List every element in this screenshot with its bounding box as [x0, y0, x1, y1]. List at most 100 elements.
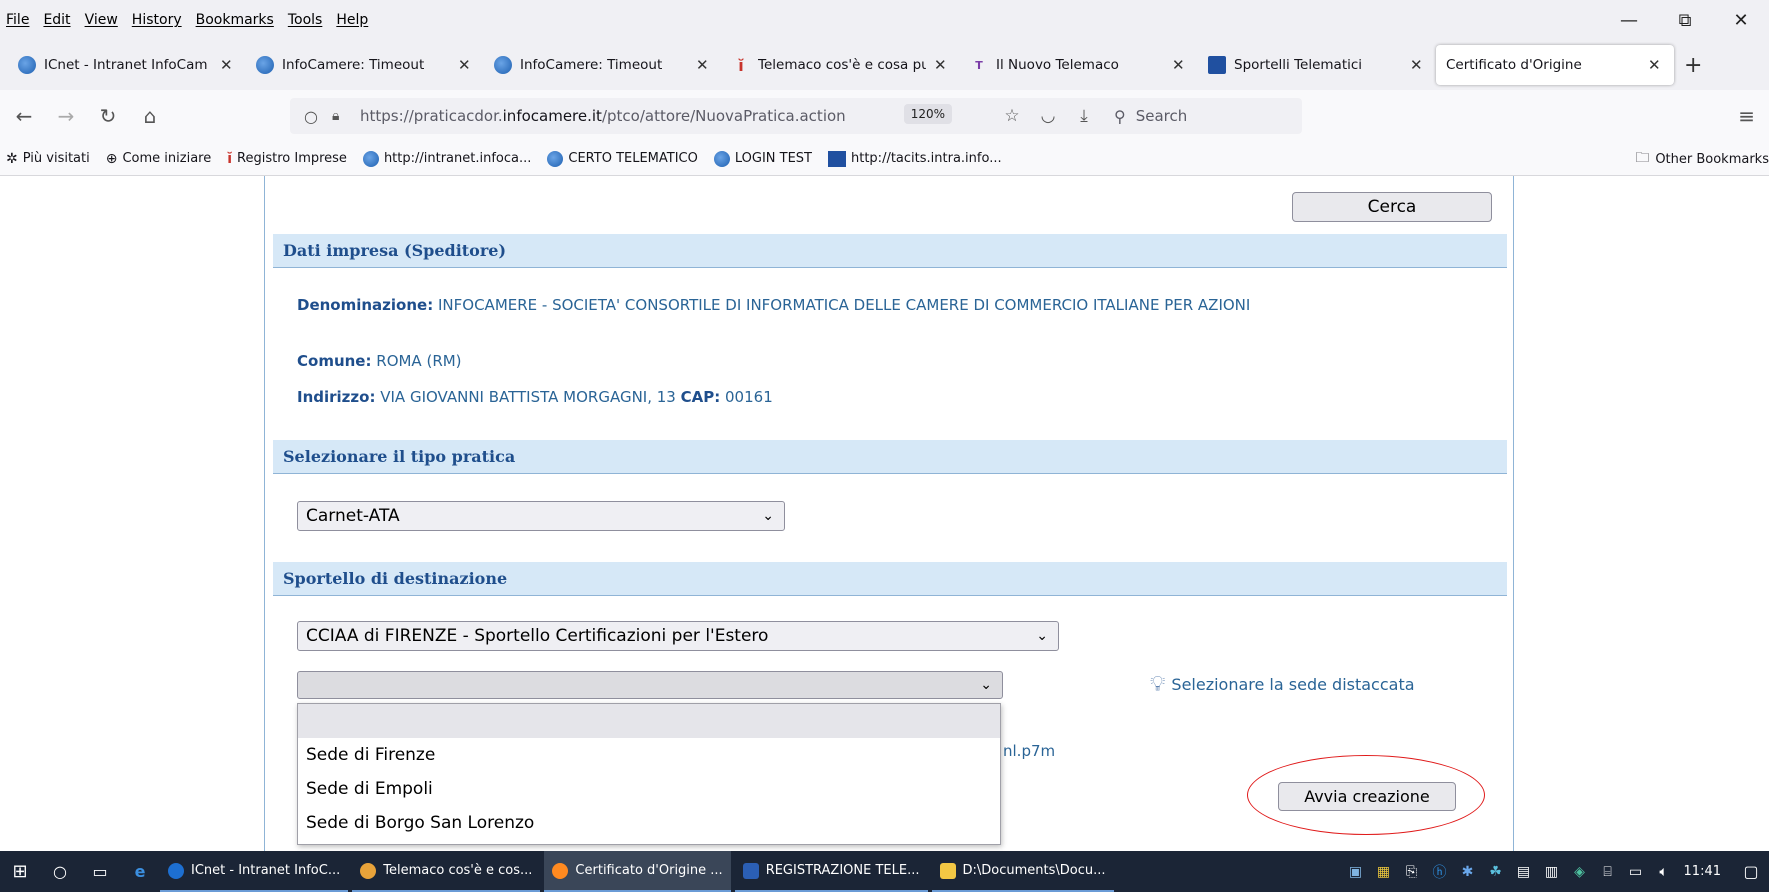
- tipo-pratica-value: Carnet-ATA: [306, 506, 400, 526]
- minimize-button[interactable]: —: [1601, 10, 1657, 31]
- restore-button[interactable]: ⧉: [1657, 10, 1713, 31]
- menu-file[interactable]: File: [6, 12, 29, 28]
- bookmark-login-test[interactable]: LOGIN TEST: [713, 150, 812, 167]
- sede-option-firenze[interactable]: Sede di Firenze: [298, 738, 1000, 772]
- taskbar-clock[interactable]: 11:41: [1684, 864, 1721, 879]
- menu-edit[interactable]: Edit: [43, 12, 70, 28]
- taskbar-app-telemaco[interactable]: Telemaco cos'è e cos...: [352, 851, 541, 892]
- search-input[interactable]: Search: [1136, 107, 1188, 125]
- bookmark-certo-telematico[interactable]: CERTO TELEMATICO: [547, 150, 698, 167]
- gear-icon: ✲: [6, 150, 18, 167]
- search-box[interactable]: ⚲ Search: [1102, 98, 1302, 134]
- tab-label: InfoCamere: Timeout: [520, 57, 663, 73]
- notification-icon[interactable]: ▢: [1733, 862, 1769, 881]
- tray-app-icon[interactable]: ▤: [1510, 864, 1538, 880]
- close-tab-icon[interactable]: ✕: [1410, 56, 1426, 74]
- cerca-button[interactable]: Cerca: [1292, 192, 1492, 222]
- windows-start-icon[interactable]: ⊞: [0, 861, 40, 882]
- taskbar-app-firefox[interactable]: Certificato d'Origine ...: [544, 851, 731, 892]
- tab-sportelli-telematici[interactable]: Sportelli Telematici ✕: [1198, 45, 1436, 85]
- lock-icon[interactable]: 🔒︎: [332, 108, 352, 124]
- section-sportello: Sportello di destinazione: [273, 562, 1507, 596]
- other-bookmarks[interactable]: 🗀 Other Bookmarks: [1635, 142, 1769, 176]
- search-icon: ⚲: [1114, 106, 1126, 126]
- close-tab-icon[interactable]: ✕: [1172, 56, 1188, 74]
- tray-app-icon[interactable]: ▣: [1342, 864, 1370, 880]
- tray-app-icon[interactable]: ▥: [1538, 864, 1566, 880]
- tab-infocamere-timeout-1[interactable]: InfoCamere: Timeout ✕: [246, 45, 484, 85]
- url-bar[interactable]: ○ 🔒︎ https://praticacdor.infocamere.it/p…: [290, 98, 1302, 134]
- close-tab-icon[interactable]: ✕: [220, 56, 236, 74]
- annotation-ellipse: [1247, 755, 1485, 835]
- network-icon[interactable]: ⌸: [1594, 864, 1622, 880]
- sede-option-empty[interactable]: [298, 704, 1000, 738]
- menu-view[interactable]: View: [85, 12, 118, 28]
- bluetooth-icon[interactable]: ✱: [1454, 864, 1482, 880]
- tray-app-icon[interactable]: ☘: [1482, 864, 1510, 880]
- tab-label: Certificato d'Origine: [1446, 57, 1582, 73]
- url-text[interactable]: https://praticacdor.infocamere.it/ptco/a…: [360, 107, 846, 125]
- edge-icon[interactable]: e: [120, 862, 160, 881]
- hp-icon[interactable]: ⓗ: [1426, 862, 1454, 882]
- battery-icon[interactable]: ▭: [1622, 864, 1650, 880]
- tipo-pratica-select[interactable]: Carnet-ATA ⌄: [297, 501, 785, 531]
- bookmarks-bar: ✲ Più visitati ⊕ Come iniziare ĭ Registro I…: [0, 142, 1769, 176]
- close-tab-icon[interactable]: ✕: [458, 56, 474, 74]
- pocket-icon[interactable]: ◡: [1030, 106, 1066, 126]
- bookmark-registro-imprese[interactable]: ĭ Registro Imprese: [227, 151, 347, 167]
- menu-bookmarks[interactable]: Bookmarks: [196, 12, 274, 28]
- menu-history[interactable]: History: [132, 12, 182, 28]
- menu-help[interactable]: Help: [336, 12, 368, 28]
- infocamere-icon: [256, 56, 274, 74]
- bookmark-piu-visitati[interactable]: ✲ Più visitati: [6, 151, 90, 167]
- bookmark-intranet[interactable]: http://intranet.infoca...: [362, 150, 531, 167]
- volume-icon[interactable]: 🔈︎: [1650, 864, 1678, 880]
- tab-icnet[interactable]: ICnet - Intranet InfoCam ✕: [8, 45, 246, 85]
- tab-telemaco[interactable]: ĭ Telemaco cos'è e cosa pu ✕: [722, 45, 960, 85]
- bookmark-star-icon[interactable]: ☆: [994, 106, 1030, 126]
- bookmark-come-iniziare[interactable]: ⊕ Come iniziare: [106, 151, 211, 167]
- tray-app-icon[interactable]: ◈: [1566, 864, 1594, 880]
- close-tab-icon[interactable]: ✕: [696, 56, 712, 74]
- back-icon[interactable]: ←: [6, 104, 42, 128]
- field-indirizzo: Indirizzo: VIA GIOVANNI BATTISTA MORGAGN…: [297, 388, 773, 406]
- home-icon[interactable]: ⌂: [132, 104, 168, 128]
- tab-nuovo-telemaco[interactable]: T Il Nuovo Telemaco ✕: [960, 45, 1198, 85]
- menu-tools[interactable]: Tools: [288, 12, 323, 28]
- forward-icon[interactable]: →: [48, 104, 84, 128]
- windows-taskbar: ⊞ ○ ▭ e ICnet - Intranet InfoC... Telema…: [0, 851, 1769, 892]
- new-tab-icon[interactable]: +: [1684, 53, 1702, 78]
- tray-app-icon[interactable]: ⎘: [1398, 864, 1426, 880]
- taskbar-app-explorer[interactable]: D:\Documents\Docu...: [931, 851, 1114, 892]
- sportelli-icon: [1208, 56, 1226, 74]
- sede-option-empoli[interactable]: Sede di Empoli: [298, 772, 1000, 806]
- section-tipo-pratica: Selezionare il tipo pratica: [273, 440, 1507, 474]
- reload-icon[interactable]: ↻: [90, 104, 126, 128]
- close-tab-icon[interactable]: ✕: [934, 56, 950, 74]
- bookmark-tacits[interactable]: http://tacits.intra.info...: [828, 150, 1002, 167]
- chevron-down-icon: ⌄: [1036, 628, 1048, 644]
- tab-certificato-origine[interactable]: Certificato d'Origine ✕: [1436, 45, 1674, 85]
- chevron-down-icon: ⌄: [980, 677, 992, 693]
- sportello-value: CCIAA di FIRENZE - Sportello Certificazi…: [306, 626, 769, 646]
- window-controls: — ⧉ ✕: [1601, 0, 1769, 40]
- tab-infocamere-timeout-2[interactable]: InfoCamere: Timeout ✕: [484, 45, 722, 85]
- taskbar-app-word[interactable]: REGISTRAZIONE TELE...: [734, 851, 928, 892]
- close-window-button[interactable]: ✕: [1713, 10, 1769, 31]
- close-tab-icon[interactable]: ✕: [1648, 56, 1664, 74]
- edge-icon: [168, 862, 184, 879]
- download-icon[interactable]: ⤓: [1066, 106, 1102, 126]
- word-icon: [742, 862, 759, 879]
- shield-icon[interactable]: ○: [304, 107, 324, 126]
- sede-select[interactable]: ⌄: [297, 671, 1003, 699]
- tray-app-icon[interactable]: ▦: [1370, 864, 1398, 880]
- zoom-level[interactable]: 120%: [903, 104, 952, 124]
- file-name-fragment: nl.p7m: [1003, 742, 1056, 760]
- sportello-select[interactable]: CCIAA di FIRENZE - Sportello Certificazi…: [297, 621, 1059, 651]
- task-view-icon[interactable]: ▭: [80, 862, 120, 881]
- taskbar-app-icnet[interactable]: ICnet - Intranet InfoC...: [160, 851, 349, 892]
- menu-hamburger-icon[interactable]: ≡: [1738, 104, 1755, 128]
- search-circle-icon[interactable]: ○: [40, 862, 80, 881]
- sede-hint: 💡︎ Selezionare la sede distaccata: [1150, 672, 1415, 697]
- sede-option-borgo-san-lorenzo[interactable]: Sede di Borgo San Lorenzo: [298, 806, 1000, 840]
